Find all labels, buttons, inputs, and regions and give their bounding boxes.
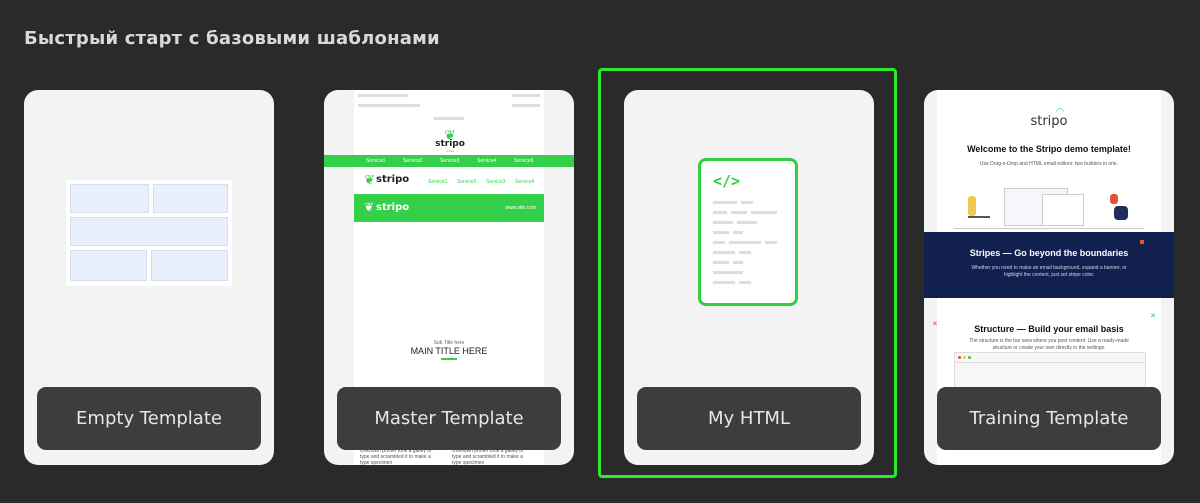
master-logo: stripo (435, 139, 465, 149)
master-nav-item: Service1 (366, 158, 386, 164)
master-main-title: MAIN TITLE HERE (410, 346, 488, 356)
training-welcome-title: Welcome to the Stripo demo template! (967, 144, 1131, 154)
training-stripes-text: Whether you need to make an email backgr… (971, 265, 1127, 278)
master-banner-link: www.site.com (505, 205, 536, 211)
training-welcome-text: Use Drag-n-Drop and HTML email editors: … (979, 161, 1119, 167)
master-menu-item: Service2 (457, 179, 477, 185)
selection-outline (598, 68, 897, 478)
template-card-empty[interactable]: Empty Template (24, 90, 274, 465)
training-structure-text: The structure is the bar area where you … (969, 338, 1129, 351)
section-title: Быстрый старт с базовыми шаблонами (24, 28, 440, 49)
master-footer-text: Unknown printer took a galley of type an… (452, 448, 524, 465)
master-footer-text: Unknown printer took a galley of type an… (360, 448, 432, 465)
template-label-master: Master Template (337, 387, 561, 450)
master-menu-item: Service3 (486, 179, 506, 185)
master-nav-item: Service3 (440, 158, 460, 164)
training-stripes-title: Stripes — Go beyond the boundaries (969, 248, 1129, 258)
illustration (954, 182, 1144, 232)
empty-template-preview (66, 180, 232, 286)
leaf-logo-icon: ❦ (364, 200, 375, 214)
master-logo-sub: email (446, 149, 454, 153)
master-nav-item: Service2 (403, 158, 423, 164)
training-stripes-section: Stripes — Go beyond the boundaries Wheth… (924, 232, 1174, 298)
template-label-empty: Empty Template (37, 387, 261, 450)
master-nav-item: Service5 (514, 158, 534, 164)
master-menu-item: Service1 (428, 179, 448, 185)
master-banner-logo: stripo (376, 202, 410, 213)
master-menu-logo: stripo (376, 174, 410, 185)
close-icon: ✕ (932, 321, 938, 328)
master-nav-item: Service4 (477, 158, 497, 164)
template-card-master[interactable]: ❦ stripo email Service1 Service2 Service… (324, 90, 574, 465)
training-structure-title: Structure — Build your email basis (974, 324, 1124, 334)
leaf-logo-icon: ❦ (364, 172, 375, 187)
wifi-arc-icon: ◠ (1056, 106, 1064, 116)
master-nav-bar: Service1 Service2 Service3 Service4 Serv… (324, 155, 574, 167)
template-label-training: Training Template (937, 387, 1161, 450)
master-menu-item: Service4 (515, 179, 535, 185)
master-banner: ❦ stripo www.site.com (354, 194, 544, 222)
template-card-training[interactable]: stripo ◠ Welcome to the Stripo demo temp… (924, 90, 1174, 465)
close-icon: ✕ (1150, 313, 1156, 320)
